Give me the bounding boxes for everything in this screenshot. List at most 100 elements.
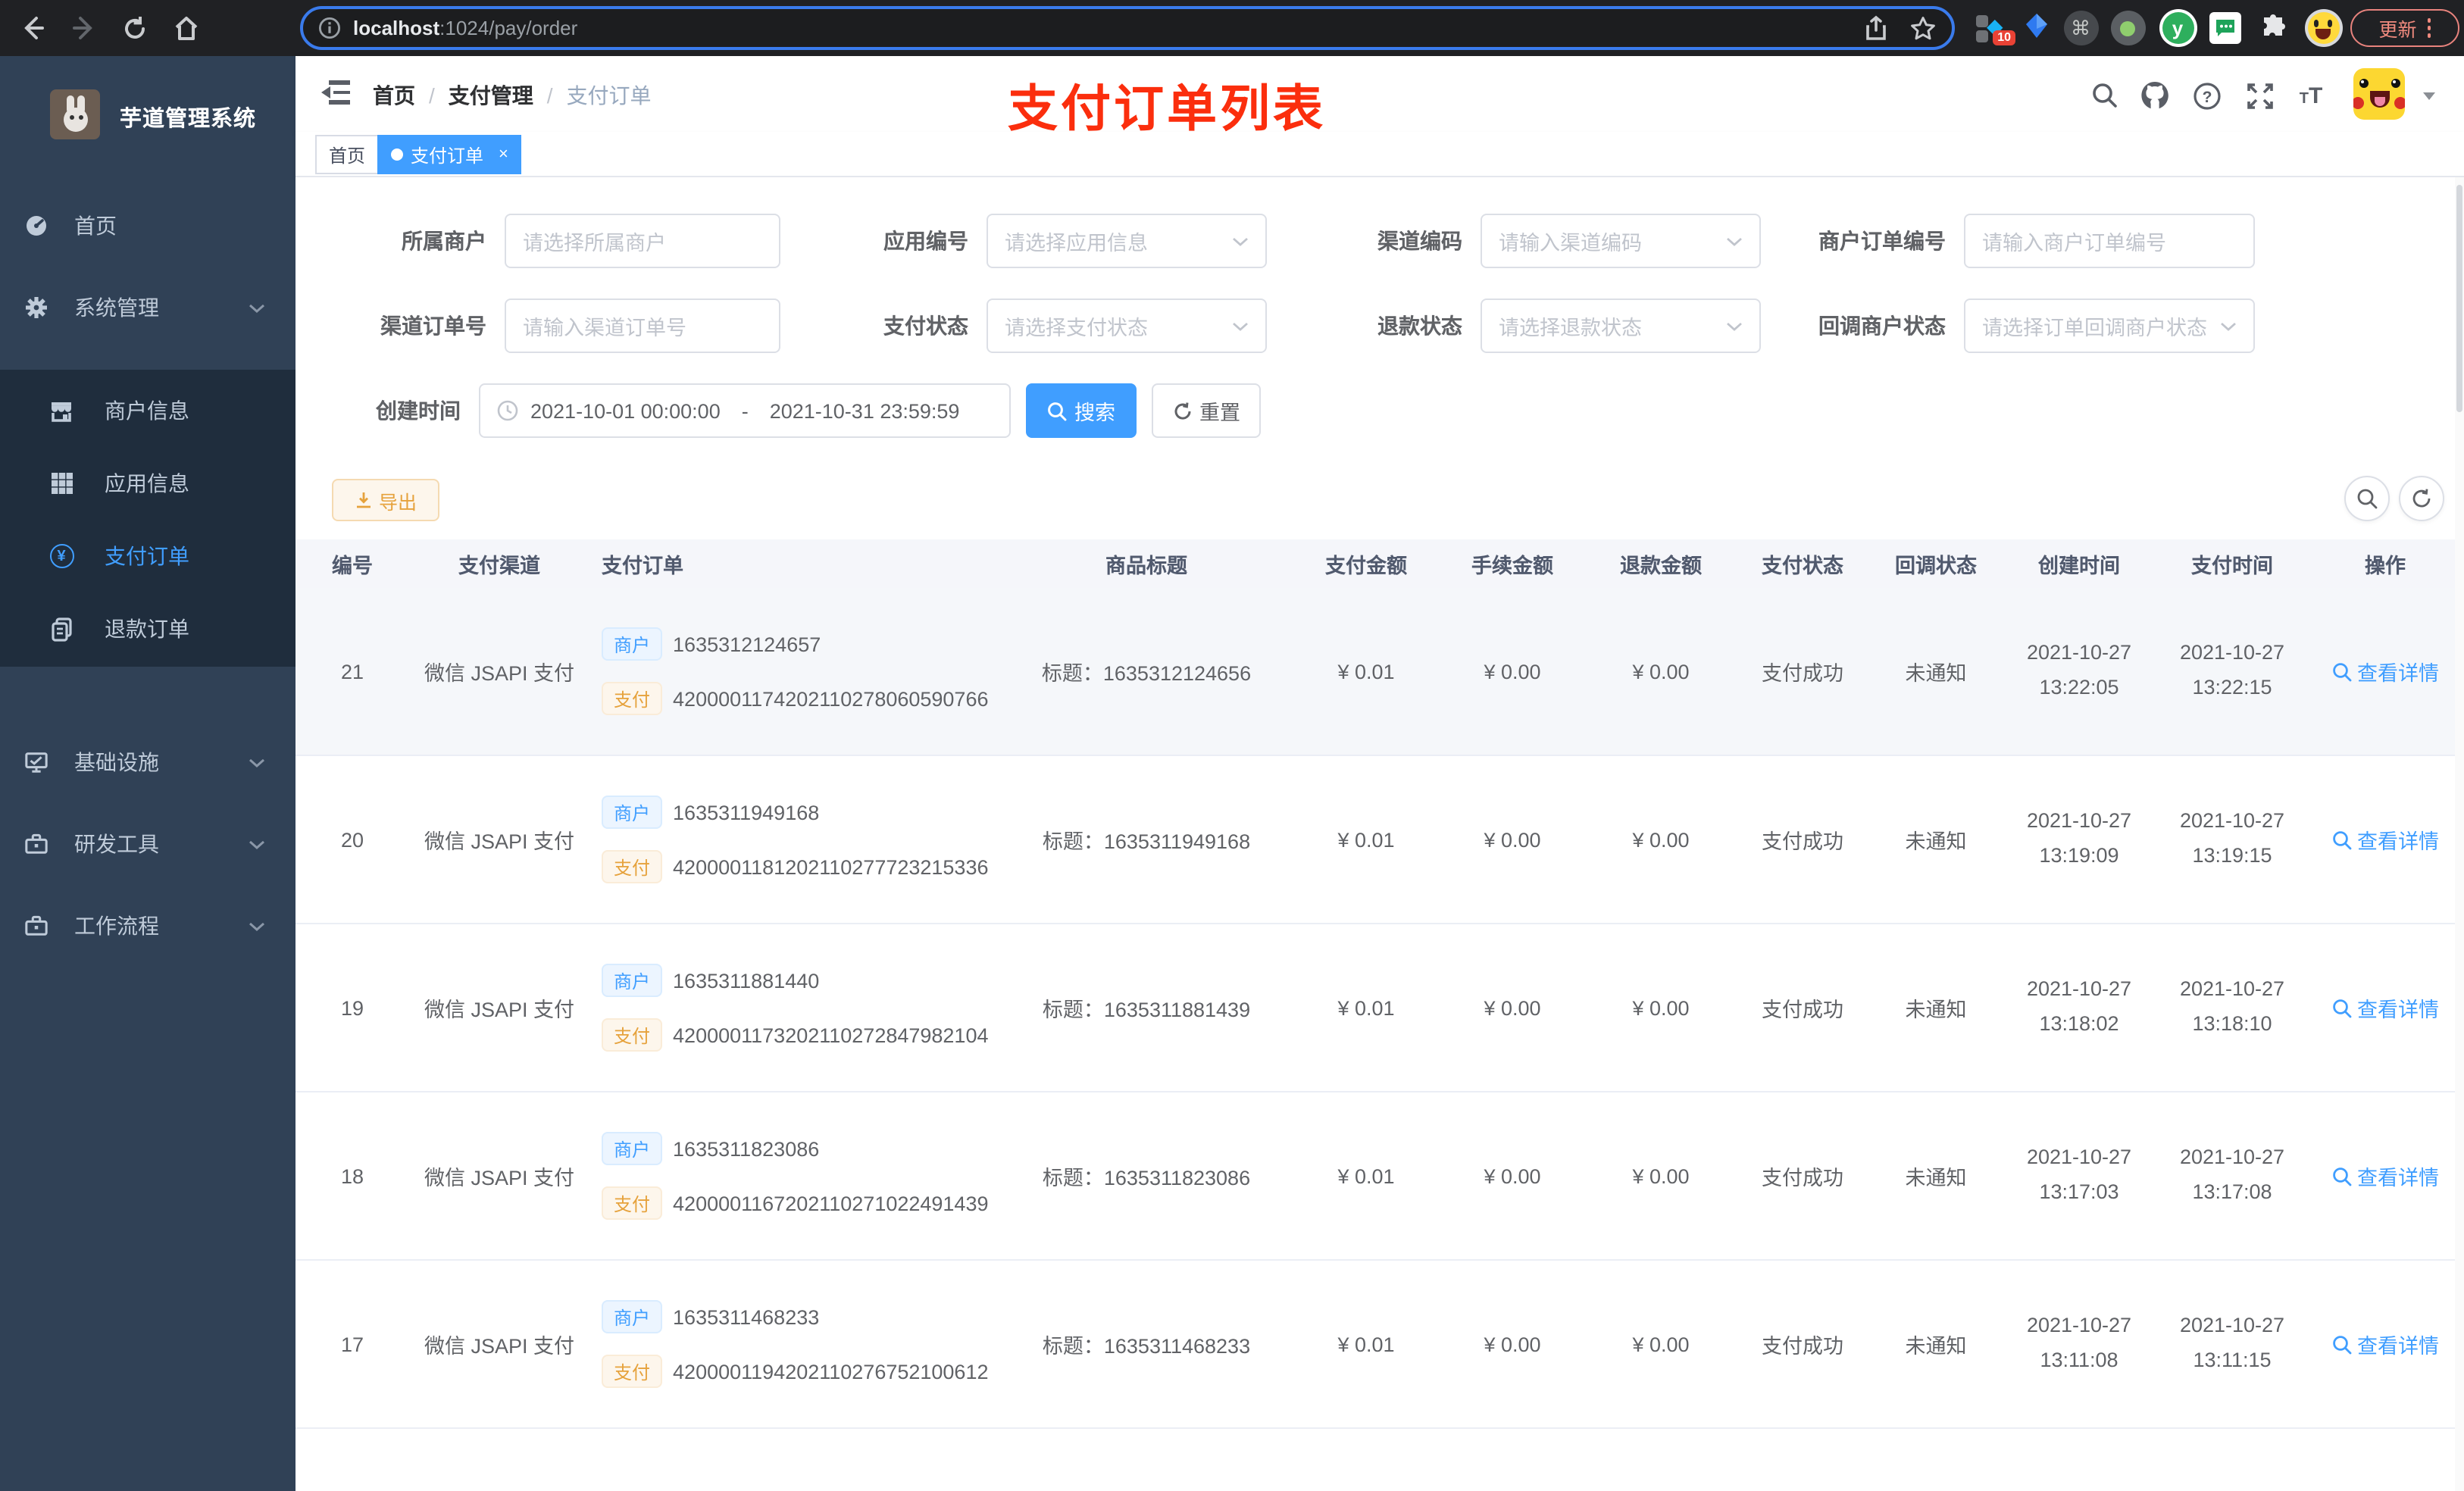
pinned-extension-button[interactable]: ◆ 10 xyxy=(1970,0,2015,56)
yudao-extension-button[interactable]: y xyxy=(2156,0,2199,56)
pay-tag: 支付 xyxy=(602,1186,663,1220)
fullscreen-button[interactable] xyxy=(2244,80,2275,111)
browser-home-button[interactable] xyxy=(167,8,206,48)
scrollbar-thumb[interactable] xyxy=(2456,185,2462,412)
chevron-down-icon xyxy=(1726,236,1743,246)
fee-amount: ¥ 0.00 xyxy=(1484,996,1541,1019)
record-dot-icon xyxy=(2110,11,2145,45)
paid-time: 2021-10-27 13:22:15 xyxy=(2179,641,2285,699)
channel-order-no-input[interactable]: 请输入渠道订单号 xyxy=(505,299,780,353)
pay-channel: 微信 JSAPI 支付 xyxy=(424,662,574,685)
view-detail-link[interactable]: 查看详情 xyxy=(2331,1161,2439,1191)
tag-pay-order[interactable]: 支付订单 × xyxy=(377,135,522,174)
user-avatar[interactable] xyxy=(2353,68,2405,120)
created-time: 2021-10-27 13:17:03 xyxy=(2026,1146,2132,1203)
order-id: 18 xyxy=(340,1164,364,1187)
date-start[interactable]: 2021-10-01 00:00:00 xyxy=(530,399,721,422)
info-icon[interactable] xyxy=(318,17,341,39)
created-time: 2021-10-27 13:18:02 xyxy=(2026,977,2132,1035)
pay-amount: ¥ 0.01 xyxy=(1337,828,1395,851)
sidebar-item-home[interactable]: 首页 xyxy=(0,189,295,262)
url-bar[interactable]: localhost:1024/pay/order xyxy=(300,6,1955,50)
sidebar-item-merchant-info[interactable]: 商户信息 xyxy=(0,374,295,447)
merchant-order-no-input[interactable]: 请输入商户订单编号 xyxy=(1964,214,2255,268)
view-detail-link[interactable]: 查看详情 xyxy=(2331,1329,2439,1359)
refresh-table-button[interactable] xyxy=(2399,476,2444,521)
view-detail-link[interactable]: 查看详情 xyxy=(2331,992,2439,1023)
top-navbar: 首页 / 支付管理 / 支付订单 支付订单列表 ? TT xyxy=(295,56,2464,136)
search-icon xyxy=(2332,1335,2351,1354)
sidebar-item-pay-order[interactable]: ¥ 支付订单 xyxy=(0,520,295,592)
breadcrumb-payment[interactable]: 支付管理 xyxy=(449,80,533,111)
close-icon[interactable]: × xyxy=(499,145,508,164)
app-logo-row[interactable]: 芋道管理系统 xyxy=(0,56,295,189)
breadcrumb-home[interactable]: 首页 xyxy=(373,80,415,111)
header-search-button[interactable] xyxy=(2090,80,2120,111)
order-numbers: 商户 1635311468233 支付 4200001194202110276752… xyxy=(589,1300,999,1388)
scrollbar-track[interactable] xyxy=(2455,177,2464,1491)
paid-time: 2021-10-27 13:19:15 xyxy=(2179,809,2285,867)
browser-forward-button[interactable] xyxy=(64,8,103,48)
refund-status-select[interactable]: 请选择退款状态 xyxy=(1481,299,1761,353)
pay-status-select[interactable]: 请选择支付状态 xyxy=(987,299,1267,353)
sidebar-item-dev-tools[interactable]: 研发工具 xyxy=(0,808,295,880)
browser-menu-icon[interactable] xyxy=(2427,18,2431,38)
sidebar-item-system[interactable]: 系统管理 xyxy=(0,271,295,344)
chat-extension-button[interactable] xyxy=(2205,0,2244,56)
page-content: 所属商户 请选择所属商户 应用编号 请选择应用信息 渠道编码 请输入渠道编码 商… xyxy=(295,177,2464,1491)
product-title: 标题：1635311468233 xyxy=(1042,1335,1251,1358)
pay-channel: 微信 JSAPI 支付 xyxy=(424,999,574,1021)
search-button[interactable]: 搜索 xyxy=(1026,383,1137,438)
sidebar-item-workflow[interactable]: 工作流程 xyxy=(0,889,295,962)
puzzle-icon xyxy=(2263,14,2284,36)
view-detail-link[interactable]: 查看详情 xyxy=(2331,656,2439,686)
reload-icon xyxy=(125,16,145,38)
help-button[interactable]: ? xyxy=(2191,80,2222,111)
channel-code-select[interactable]: 请输入渠道编码 xyxy=(1481,214,1761,268)
create-time-range-input[interactable]: 2021-10-01 00:00:00 - 2021-10-31 23:59:5… xyxy=(479,383,1011,438)
extension-badge: 10 xyxy=(1993,30,2015,45)
url-host: localhost xyxy=(353,17,440,39)
extensions-menu-button[interactable] xyxy=(2252,0,2294,56)
star-icon[interactable] xyxy=(1909,14,1937,42)
browser-back-button[interactable] xyxy=(12,8,52,48)
toggle-search-button[interactable] xyxy=(2344,476,2390,521)
kite-icon xyxy=(2026,13,2047,37)
col-header-title: 商品标题 xyxy=(1105,555,1187,577)
sidebar-toggle-button[interactable] xyxy=(321,79,352,106)
gear-icon xyxy=(24,295,48,320)
caret-down-icon[interactable] xyxy=(2423,92,2435,100)
chevron-down-icon xyxy=(249,839,265,849)
paid-time: 2021-10-27 13:18:10 xyxy=(2179,977,2285,1035)
kite-extension-button[interactable] xyxy=(2017,0,2056,56)
browser-update-button[interactable]: 更新 xyxy=(2350,9,2459,47)
sidebar-item-app-info[interactable]: 应用信息 xyxy=(0,447,295,520)
browser-reload-button[interactable] xyxy=(115,8,155,48)
order-id: 17 xyxy=(340,1333,364,1355)
command-extension-button[interactable]: ⌘ xyxy=(2061,0,2100,56)
sidebar-item-label: 应用信息 xyxy=(105,471,189,495)
tag-home[interactable]: 首页 xyxy=(315,135,380,174)
sidebar: 芋道管理系统 首页 系统管理 ¥ 支付管理 xyxy=(0,56,295,1491)
github-link-button[interactable] xyxy=(2140,80,2170,111)
app-id-select[interactable]: 请选择应用信息 xyxy=(987,214,1267,268)
refund-doc-icon xyxy=(48,616,74,642)
active-dot xyxy=(391,148,403,161)
share-icon[interactable] xyxy=(1864,15,1888,41)
notify-status-select[interactable]: 请选择订单回调商户状态 xyxy=(1964,299,2255,353)
reset-button[interactable]: 重置 xyxy=(1152,383,1261,438)
sidebar-item-infrastructure[interactable]: 基础设施 xyxy=(0,726,295,799)
date-end[interactable]: 2021-10-31 23:59:59 xyxy=(770,399,960,422)
view-detail-link[interactable]: 查看详情 xyxy=(2331,824,2439,855)
pay-status: 支付成功 xyxy=(1762,1167,1843,1189)
browser-profile-avatar[interactable] xyxy=(2300,0,2346,56)
font-size-button[interactable]: TT xyxy=(2296,80,2326,111)
export-button[interactable]: 导出 xyxy=(332,479,439,521)
breadcrumb-current: 支付订单 xyxy=(566,83,652,108)
merchant-input[interactable]: 请选择所属商户 xyxy=(505,214,780,268)
y-logo-icon: y xyxy=(2159,9,2197,47)
col-header-refund: 退款金额 xyxy=(1620,555,1702,577)
recorder-extension-button[interactable] xyxy=(2108,0,2147,56)
sidebar-item-refund-order[interactable]: 退款订单 xyxy=(0,592,295,665)
filter-row-1: 所属商户 请选择所属商户 应用编号 请选择应用信息 渠道编码 请输入渠道编码 商… xyxy=(295,214,2255,268)
